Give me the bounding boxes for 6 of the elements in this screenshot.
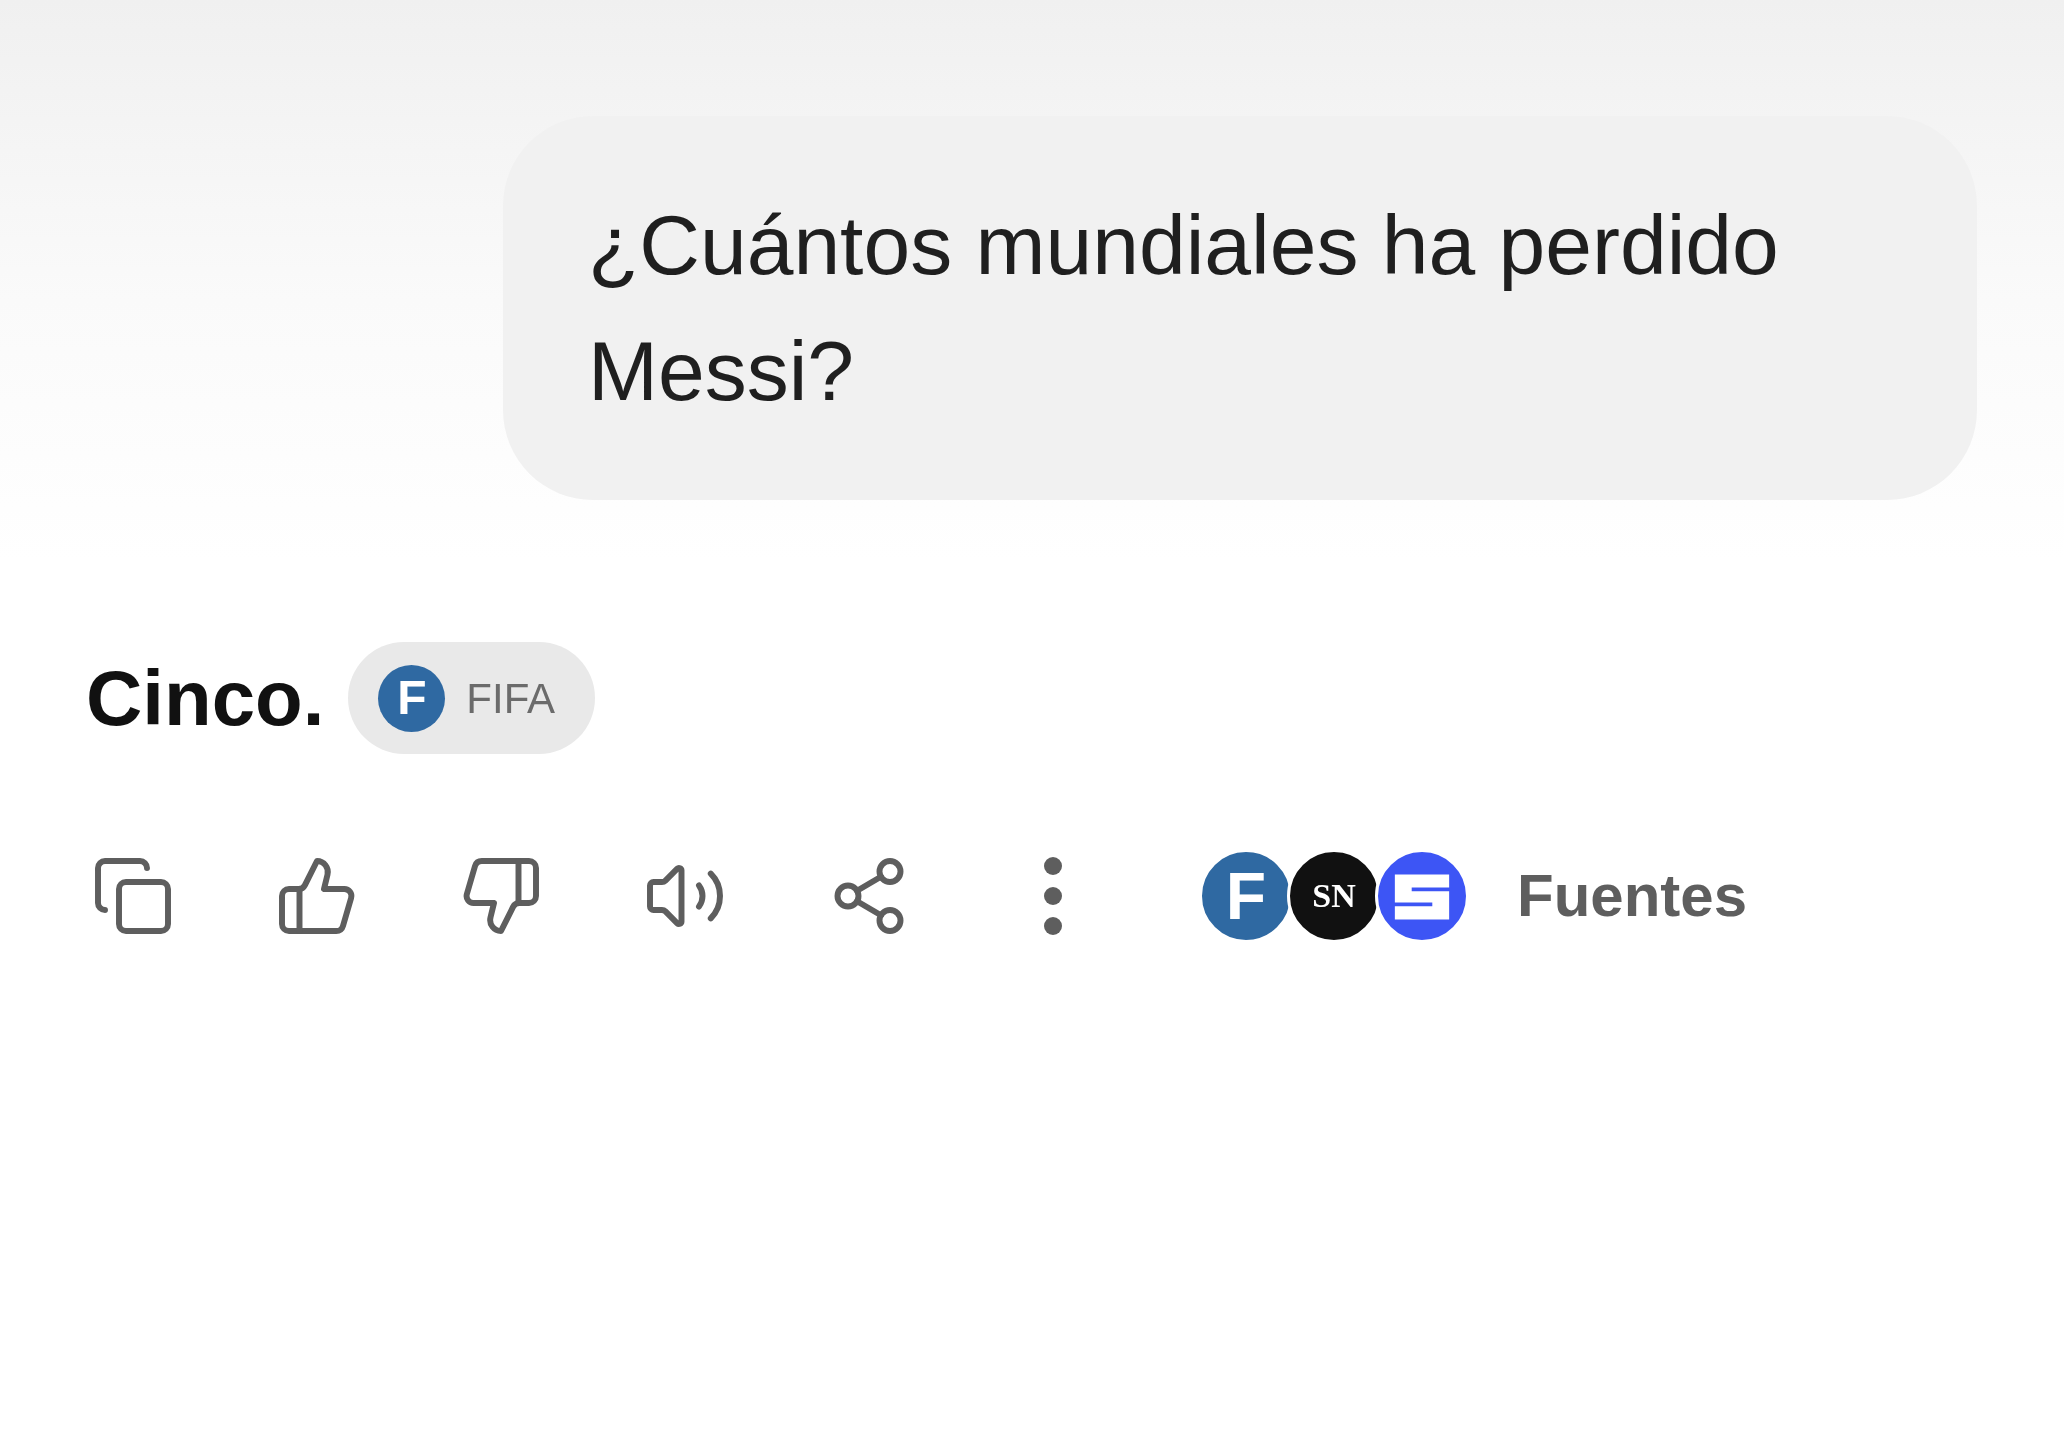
source-logo: F [378,664,446,732]
source-chip[interactable]: F FIFA [348,642,596,754]
sources-button[interactable]: F SN Fuentes [1199,849,1748,943]
message-text: ¿Cuántos mundiales ha perdido Messi? [588,197,1780,420]
answer-text: Cinco. [86,659,325,737]
more-icon [1044,857,1062,935]
